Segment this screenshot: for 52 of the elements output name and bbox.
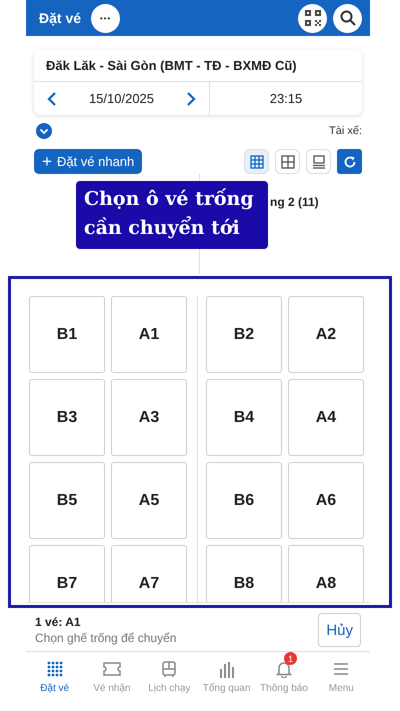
monitor-icon [312, 154, 326, 168]
seat-button[interactable]: B2 [206, 296, 282, 373]
more-button[interactable]: ••• [91, 4, 120, 32]
quick-book-button[interactable]: + Đặt vé nhanh [34, 149, 142, 174]
qr-code-icon [304, 9, 322, 27]
refresh-icon [342, 154, 356, 168]
nav-tab[interactable]: 1 Thông báo [255, 652, 313, 694]
search-button[interactable] [333, 4, 362, 32]
notification-badge: 1 [284, 652, 297, 665]
bar-chart-icon [218, 660, 235, 678]
seat-button[interactable]: A5 [111, 462, 187, 539]
selected-count: 1 vé: A1 [35, 615, 82, 629]
date-text[interactable]: 15/10/2025 [88, 91, 154, 106]
seat-button[interactable]: B6 [206, 462, 282, 539]
menu-icon [333, 663, 350, 675]
cancel-button[interactable]: Hủy [318, 613, 361, 647]
qr-code-button[interactable] [298, 4, 327, 32]
seat-button[interactable]: B5 [29, 462, 105, 539]
seat-button[interactable]: B8 [206, 545, 282, 602]
driver-label: Tài xế: [328, 125, 362, 137]
grid-icon [250, 154, 264, 168]
bus-icon [162, 660, 176, 678]
next-icon[interactable] [184, 92, 197, 106]
page-title: Đặt vé [39, 10, 82, 26]
seat-button[interactable]: B3 [29, 379, 105, 456]
seat-button[interactable]: A6 [288, 462, 364, 539]
seat-button[interactable]: A7 [111, 545, 187, 602]
selection-hint: Chọn ghế trống để chuyển [35, 631, 176, 645]
bell-icon [276, 660, 292, 678]
search-icon [338, 9, 356, 27]
seat-button[interactable]: B7 [29, 545, 105, 602]
seat-button[interactable]: A3 [111, 379, 187, 456]
seat-button[interactable]: B4 [206, 379, 282, 456]
floor-label: ng 2 (11) [270, 195, 319, 209]
dots-grid-icon [46, 661, 63, 677]
grid-icon [280, 154, 294, 168]
tooltip-callout: Chọn ô vé trống cần chuyển tới [76, 181, 268, 249]
expand-icon[interactable] [36, 123, 52, 139]
seat-button[interactable]: B1 [29, 296, 105, 373]
seat-button[interactable]: A1 [111, 296, 187, 373]
seat-button[interactable]: A4 [288, 379, 364, 456]
grid-view-button[interactable] [244, 149, 269, 174]
seat-button[interactable]: A2 [288, 296, 364, 373]
seat-button[interactable]: A8 [288, 545, 364, 602]
previous-icon[interactable] [46, 92, 58, 106]
time-text[interactable]: 23:15 [270, 91, 302, 106]
nav-tab[interactable]: Đặt vé [26, 652, 84, 694]
ticket-icon [102, 662, 121, 676]
route-name[interactable]: Đăk Lăk - Sài Gòn (BMT - TĐ - BXMĐ Cũ) [34, 50, 362, 82]
grid-view-button[interactable] [275, 149, 300, 174]
list-view-button[interactable] [306, 149, 331, 174]
refresh-button[interactable] [337, 149, 362, 174]
